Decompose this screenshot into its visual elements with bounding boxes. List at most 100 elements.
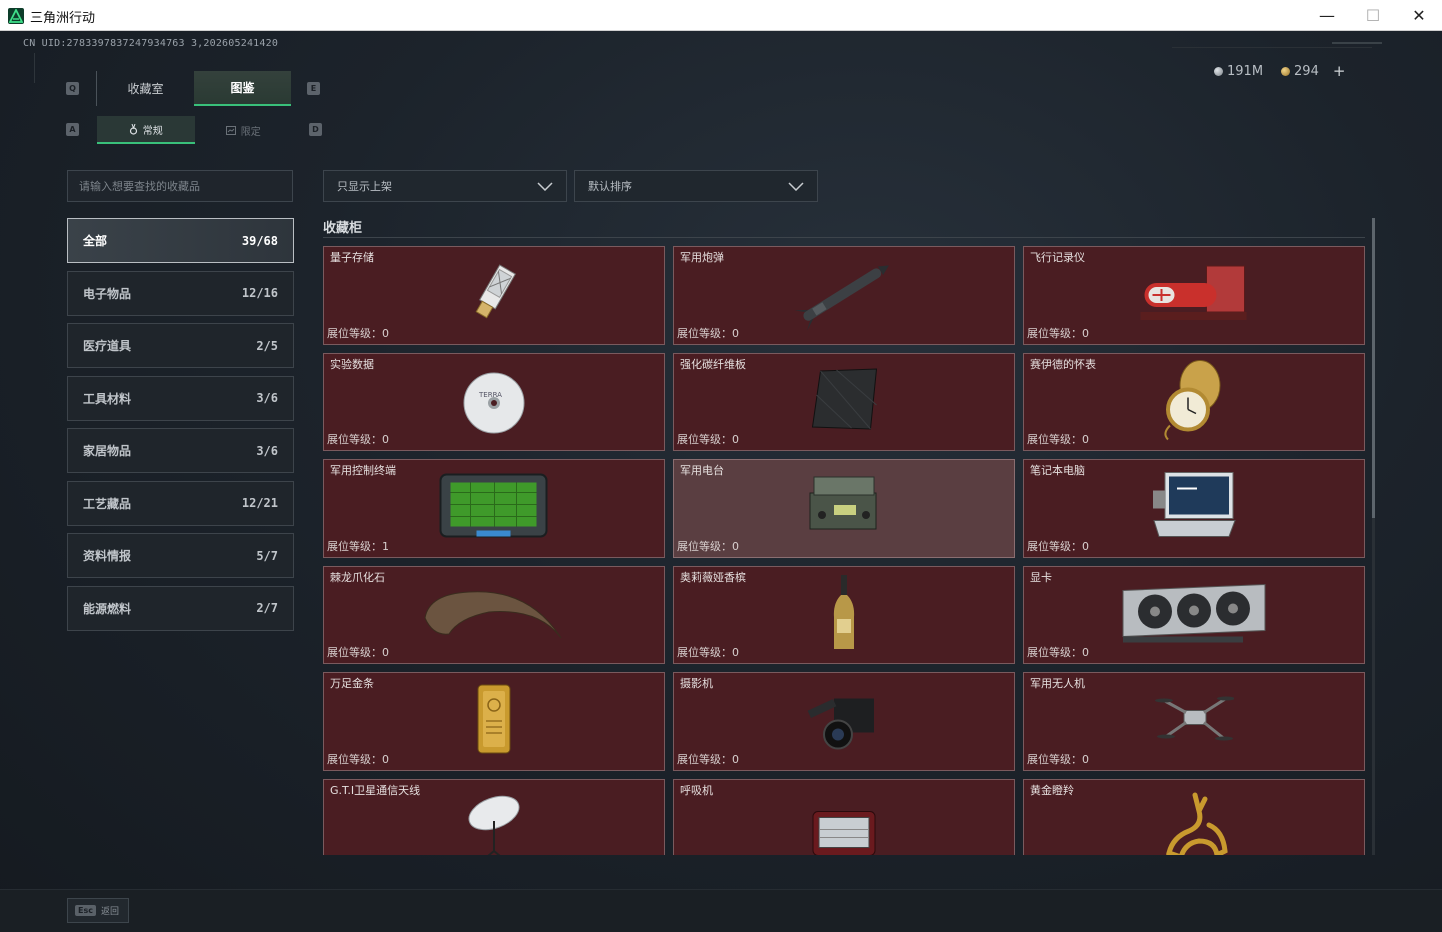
collection-item-card[interactable]: 万足金条展位等级：0 [323,672,665,771]
collection-item-card[interactable]: 摄影机 展位等级：0 [673,672,1015,771]
grid-scrollbar[interactable] [1372,218,1375,855]
back-button[interactable]: Esc 返回 [67,898,129,923]
tab-catalog[interactable]: 图鉴 [194,71,291,106]
collection-item-card[interactable]: 强化碳纤维板 展位等级：0 [673,352,1015,451]
category-count: 2/7 [256,601,278,615]
item-display-level: 展位等级：0 [1027,431,1089,447]
camera-icon [804,687,884,756]
tab-collection-room[interactable]: 收藏室 [97,71,194,106]
collection-item-card[interactable]: 笔记本电脑 展位等级：0 [1023,459,1365,558]
tab-limited[interactable]: 限定 [195,116,293,144]
level-value: 0 [1082,539,1089,553]
category-label: 工艺藏品 [83,496,132,511]
missile-icon [789,256,899,335]
level-value: 0 [382,752,389,766]
item-display-level: 展位等级：0 [327,325,389,341]
decor-line [1172,47,1372,48]
collection-item-card[interactable]: 军用炮弹 展位等级：0 [673,246,1015,345]
key-hint-a: A [66,123,79,136]
add-currency-button[interactable]: + [1333,62,1346,80]
category-item[interactable]: 电子物品 12/16 [67,270,294,316]
collection-item-card[interactable]: 军用控制终端 展位等级：1 [323,459,665,558]
category-label: 全部 [83,234,108,248]
claw-fossil-icon [419,578,569,652]
collection-item-card[interactable]: 呼吸机展位等级：0 [673,778,1015,855]
level-value: 0 [1082,752,1089,766]
level-prefix: 展位等级： [677,752,732,766]
collection-item-card[interactable]: 显卡 展位等级：0 [1023,565,1365,664]
level-value: 0 [732,433,739,446]
search-input[interactable] [79,179,281,193]
item-name: 黄金瞪羚 [1030,783,1074,797]
level-prefix: 展位等级： [1027,326,1082,340]
category-label: 医疗道具 [83,339,132,353]
collection-item-card[interactable]: 量子存储 展位等级：0 [323,246,665,345]
minimize-button[interactable]: — [1304,0,1350,30]
level-prefix: 展位等级： [327,752,382,766]
category-item[interactable]: 资料情报 5/7 [67,533,294,578]
close-button[interactable]: ✕ [1396,0,1442,30]
collection-item-card[interactable]: 军用电台 展位等级：0 [673,459,1015,558]
category-list: 全部 39/68 电子物品 12/16 医疗道具 2/5 工具材料 3/6 家居物品 3/6 工艺藏… [67,218,294,638]
category-count: 12/21 [241,496,278,510]
category-item[interactable]: 能源燃料 2/7 [67,585,294,631]
champagne-icon [829,573,859,657]
collection-item-card[interactable]: 军用无人机 展位等级：0 [1023,672,1365,771]
tab-regular[interactable]: 常规 [97,116,195,144]
scrollbar-thumb[interactable] [1372,218,1375,518]
gold-coin-icon [1281,66,1291,76]
item-name: 军用无人机 [1030,677,1085,690]
level-value: 0 [732,539,739,553]
collection-item-card[interactable]: 实验数据 TERRA 展位等级：0 [323,352,665,451]
collection-item-card[interactable]: 棘龙爪化石 展位等级：0 [323,565,665,664]
main-tabs: 收藏室 图鉴 [96,71,291,106]
category-count: 3/6 [256,391,278,405]
item-display-level: 展位等级：0 [1027,538,1089,554]
bottom-bar: Esc 返回 [0,889,1442,932]
pocket-watch-icon [1154,357,1234,446]
level-prefix: 展位等级： [677,433,732,446]
category-label: 资料情报 [83,549,132,563]
collection-item-card[interactable]: G.T.I卫星通信天线展位等级：0 [323,778,665,855]
collection-item-card[interactable]: 黄金瞪羚展位等级：0 [1023,778,1365,855]
item-display-level: 展位等级：0 [677,751,739,767]
item-name: 飞行记录仪 [1030,251,1085,264]
maximize-button[interactable]: ☐ [1350,0,1396,30]
category-count: 5/7 [256,548,278,563]
category-item[interactable]: 工具材料 3/6 [67,375,294,421]
silver-coin-icon [1214,66,1223,76]
uid-text: CN UID:2783397837247934763 3,20260524142… [23,38,279,49]
item-name: 万足金条 [330,677,374,690]
item-display-level: 展位等级：0 [1027,644,1089,660]
flight-recorder-icon [1137,258,1252,332]
decor-line [34,53,35,83]
level-prefix: 展位等级： [327,539,382,553]
gpu-icon [1119,580,1269,649]
silver-currency: 191M [1214,64,1263,79]
display-filter-dropdown[interactable]: 只显示上架 [323,170,567,202]
category-item[interactable]: 全部 39/68 [67,218,294,263]
collection-item-card[interactable]: 飞行记录仪 展位等级：0 [1023,246,1365,345]
item-display-level: 展位等级：0 [677,325,739,341]
item-display-level: 展位等级：0 [327,431,389,447]
control-terminal-icon [437,469,552,548]
category-item[interactable]: 工艺藏品 12/21 [67,480,294,526]
level-prefix: 展位等级： [327,433,382,446]
disc-icon: TERRA [459,365,529,439]
collection-item-card[interactable]: 赛伊德的怀表 展位等级：0 [1023,352,1365,451]
decor-line [1332,42,1382,44]
level-value: 1 [382,539,389,553]
category-item[interactable]: 家居物品 3/6 [67,428,294,473]
category-label: 电子物品 [83,286,132,301]
gold-gazelle-icon [1159,791,1229,855]
collection-item-card[interactable]: 奥莉薇娅香槟 展位等级：0 [673,565,1015,664]
category-item[interactable]: 医疗道具 2/5 [67,323,294,368]
radio-icon [804,471,884,545]
gold-currency: 294 [1281,64,1319,79]
game-viewport: CN UID:2783397837247934763 3,20260524142… [0,31,1442,932]
item-display-level: 展位等级：0 [677,538,739,554]
item-display-level: 展位等级：0 [677,431,739,447]
section-title: 收藏柜 [323,221,363,236]
sort-dropdown[interactable]: 默认排序 [574,170,818,202]
key-hint-d: D [309,123,322,136]
